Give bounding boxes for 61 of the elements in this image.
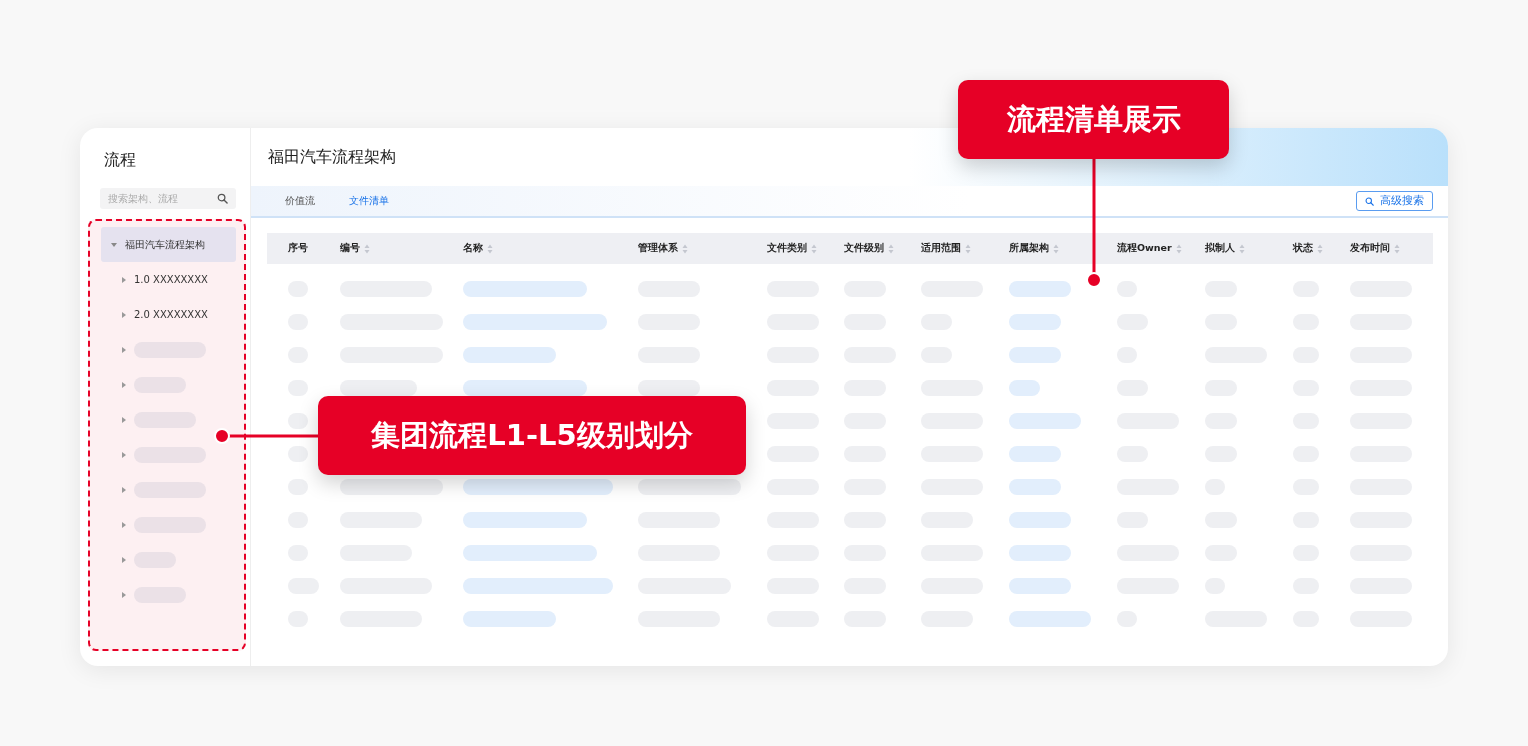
caret-right-icon[interactable] (122, 416, 126, 423)
search-icon (1365, 196, 1374, 206)
caret-right-icon[interactable] (122, 556, 126, 563)
tab[interactable]: 价值流 (275, 186, 325, 216)
column-header[interactable]: 名称 (463, 242, 483, 255)
skeleton-bar (1009, 445, 1061, 462)
tab[interactable]: 文件清单 (339, 186, 399, 216)
search-icon (217, 193, 228, 204)
caret-right-icon[interactable] (122, 451, 126, 458)
column-header[interactable]: 编号 (340, 242, 360, 255)
sort-icon[interactable] (1394, 243, 1400, 254)
tree-item[interactable]: 福田汽车流程架构 (101, 227, 236, 262)
tree-label: 福田汽车流程架构 (125, 237, 205, 252)
column-header[interactable]: 序号 (288, 242, 308, 255)
skeleton-bar (1009, 478, 1061, 495)
caret-right-icon[interactable] (122, 311, 126, 318)
column-header[interactable]: 发布时间 (1350, 242, 1390, 255)
caret-right-icon[interactable] (122, 591, 126, 598)
sort-icon[interactable] (811, 243, 817, 254)
skeleton-bar (1009, 280, 1071, 297)
sort-icon[interactable] (1175, 243, 1182, 254)
skeleton-bar (1009, 346, 1061, 363)
column-header[interactable]: 流程Owner (1117, 242, 1172, 255)
search-field[interactable]: 搜索架构、流程 (100, 188, 236, 209)
skeleton-bar (1009, 511, 1071, 528)
caret-right-icon[interactable] (122, 381, 126, 388)
caret-right-icon[interactable] (122, 346, 126, 353)
caret-down-icon[interactable] (111, 242, 117, 247)
caret-right-icon[interactable] (122, 521, 126, 528)
skeleton-bar (1009, 412, 1081, 429)
sort-icon[interactable] (487, 243, 493, 254)
skeleton-bar (1009, 313, 1061, 330)
column-header[interactable]: 状态 (1293, 242, 1313, 255)
page-title: 福田汽车流程架构 (268, 146, 396, 168)
column-header[interactable]: 管理体系 (638, 242, 678, 255)
caret-right-icon[interactable] (122, 276, 126, 283)
tree-item[interactable]: 2.0 XXXXXXXX (101, 297, 236, 332)
skeleton-bar (638, 379, 700, 396)
sort-icon[interactable] (1317, 243, 1323, 254)
advanced-search-button[interactable]: 高级搜索 (1356, 191, 1433, 211)
sort-icon[interactable] (965, 243, 971, 254)
tree-label: 2.0 XXXXXXXX (134, 309, 208, 320)
callout-label: 集团流程L1-L5级别划分 (318, 396, 746, 475)
caret-right-icon[interactable] (122, 486, 126, 493)
tree-item[interactable]: 1.0 XXXXXXXX (101, 262, 236, 297)
tree-label: 1.0 XXXXXXXX (134, 274, 208, 285)
sort-icon[interactable] (888, 243, 894, 254)
callout-label: 流程清单展示 (958, 80, 1229, 159)
skeleton-bar (1009, 577, 1071, 594)
skeleton-bar (1009, 544, 1071, 561)
column-header[interactable]: 文件级别 (844, 242, 884, 255)
sort-icon[interactable] (1239, 243, 1245, 254)
column-header[interactable]: 拟制人 (1205, 242, 1235, 255)
sort-icon[interactable] (364, 243, 370, 254)
skeleton-bar (1009, 379, 1040, 396)
sort-icon[interactable] (682, 243, 688, 254)
sort-icon[interactable] (1053, 243, 1059, 254)
column-header[interactable]: 适用范围 (921, 242, 961, 255)
sidebar-title: 流程 (103, 149, 137, 171)
column-header[interactable]: 所属架构 (1009, 242, 1049, 255)
column-header[interactable]: 文件类别 (767, 242, 807, 255)
